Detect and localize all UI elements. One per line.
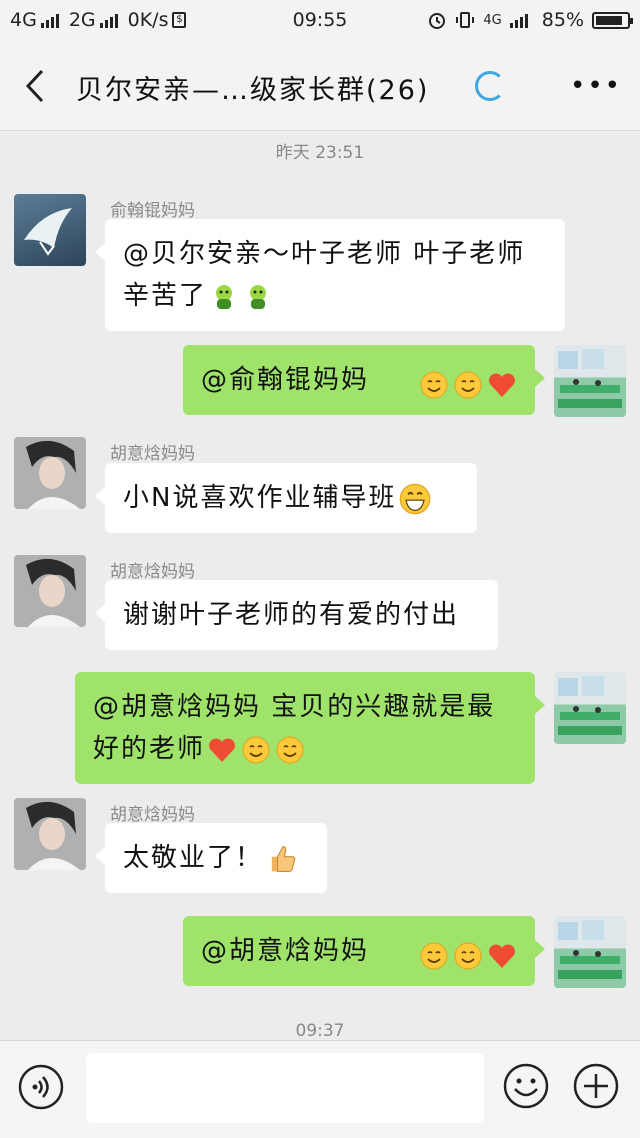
loading-spinner-icon <box>475 71 505 101</box>
status-bar: 4G 2G 0K/s $ 09:55 4G 85% <box>0 0 640 42</box>
message-bubble[interactable]: 太敬业了！ <box>95 823 327 893</box>
vibrate-icon <box>456 12 475 28</box>
message-text: 小N说喜欢作业辅导班 <box>123 483 397 513</box>
avatar[interactable] <box>14 555 86 627</box>
heart-emoji-icon <box>489 373 515 397</box>
battery-icon <box>592 11 633 29</box>
message-bubble[interactable]: @胡意焓妈妈 <box>183 916 545 986</box>
message-bubble[interactable]: @贝尔安亲～叶子老师 叶子老师辛苦了 <box>95 219 565 331</box>
frog-emoji-icon <box>250 284 267 309</box>
timestamp: 09:37 <box>295 1021 345 1041</box>
back-arrow-icon[interactable] <box>22 68 52 104</box>
avatar[interactable] <box>554 345 626 417</box>
message-text: 太敬业了！ <box>123 843 264 873</box>
alarm-icon <box>429 13 446 29</box>
message-bubble[interactable]: @胡意焓妈妈 宝贝的兴趣就是最好的老师 <box>75 672 545 784</box>
voice-input-icon[interactable] <box>18 1064 64 1110</box>
message-text: @胡意焓妈妈 <box>201 936 370 966</box>
smile-emoji-icon <box>420 942 448 969</box>
add-attachment-icon[interactable] <box>572 1062 620 1110</box>
avatar[interactable] <box>554 916 626 988</box>
battery-fill <box>596 15 622 25</box>
sender-name: 胡意焓妈妈 <box>110 444 195 464</box>
network-type-3: 4G <box>483 12 502 28</box>
emoji-picker-icon[interactable] <box>502 1062 550 1110</box>
message-text: @俞翰锟妈妈 <box>201 365 370 395</box>
input-bar <box>0 1040 640 1138</box>
heart-emoji-icon <box>489 944 515 968</box>
heart-emoji-icon <box>209 738 235 762</box>
frog-emoji-icon <box>216 284 233 309</box>
smile-emoji-icon <box>242 736 270 763</box>
chat-title[interactable]: 贝尔安亲—…级家长群(26) <box>76 68 429 107</box>
avatar[interactable] <box>14 437 86 509</box>
message-bubble[interactable]: 小N说喜欢作业辅导班 <box>95 463 477 533</box>
grin-emoji-icon <box>400 483 431 514</box>
avatar[interactable] <box>14 194 86 266</box>
smile-emoji-icon <box>276 736 304 763</box>
avatar[interactable] <box>14 798 86 870</box>
signal-icon <box>509 12 528 28</box>
message-text: @贝尔安亲～叶子老师 叶子老师辛苦了 <box>123 239 526 311</box>
smile-emoji-icon <box>454 371 482 398</box>
timestamp: 昨天 23:51 <box>275 143 365 163</box>
more-options-icon[interactable]: ••• <box>570 73 622 99</box>
chat-header: 贝尔安亲—…级家长群(26) ••• <box>0 42 640 131</box>
message-input[interactable] <box>86 1053 484 1123</box>
smile-emoji-icon <box>454 942 482 969</box>
message-bubble[interactable]: 谢谢叶子老师的有爱的付出 <box>95 580 498 650</box>
message-text: 谢谢叶子老师的有爱的付出 <box>123 600 460 630</box>
status-right: 4G 85% <box>427 9 633 31</box>
thumbs-up-emoji-icon <box>271 845 296 872</box>
sender-name: 俞翰锟妈妈 <box>110 201 195 221</box>
smile-emoji-icon <box>420 371 448 398</box>
avatar[interactable] <box>554 672 626 744</box>
battery-percent: 85% <box>541 9 584 31</box>
sender-name: 胡意焓妈妈 <box>110 805 195 825</box>
message-bubble[interactable]: @俞翰锟妈妈 <box>183 345 545 415</box>
sender-name: 胡意焓妈妈 <box>110 562 195 582</box>
